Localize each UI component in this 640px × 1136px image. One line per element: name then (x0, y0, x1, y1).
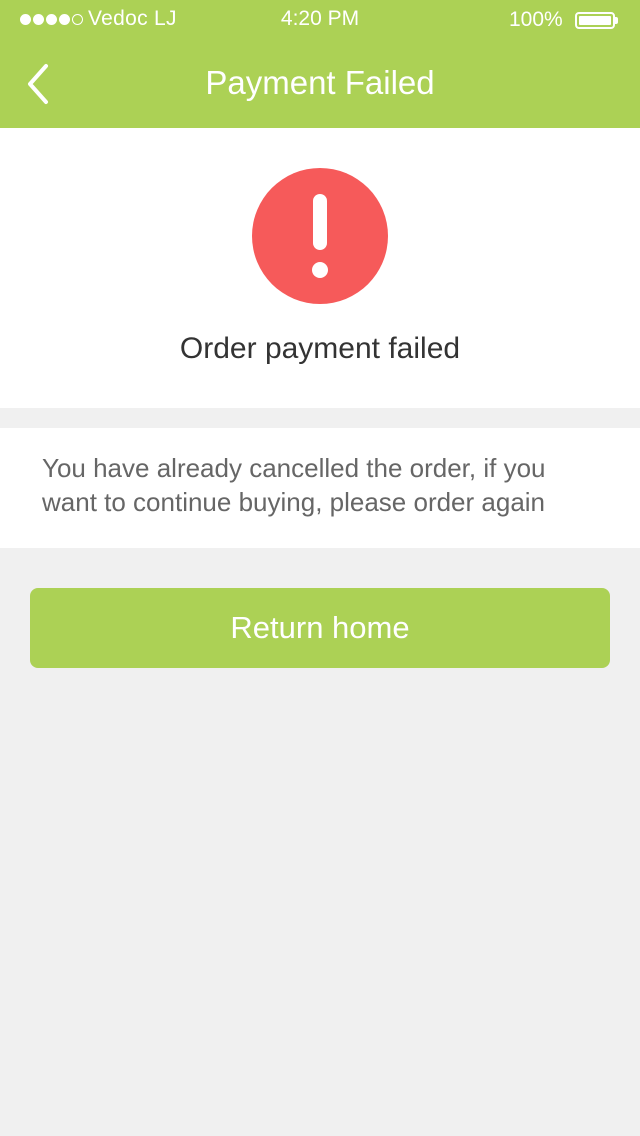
battery-icon (575, 12, 615, 29)
exclamation-icon (252, 168, 388, 304)
battery-percentage: 100% (509, 8, 563, 31)
message-card: You have already cancelled the order, if… (0, 428, 640, 548)
status-card: Order payment failed (0, 128, 640, 408)
nav-bar: Payment Failed (0, 40, 640, 128)
battery-fill (579, 16, 611, 25)
battery-terminal (615, 17, 618, 24)
payment-failed-screen: Vedoc LJ 4:20 PM 100% Payment Failed Ord… (0, 0, 640, 1136)
status-bar: Vedoc LJ 4:20 PM 100% (0, 0, 640, 40)
header: Vedoc LJ 4:20 PM 100% Payment Failed (0, 0, 640, 128)
page-title: Payment Failed (205, 64, 435, 101)
cancel-notice-text: You have already cancelled the order, if… (42, 453, 546, 517)
status-message: Order payment failed (179, 332, 461, 365)
return-home-button[interactable]: Return home (30, 588, 610, 668)
